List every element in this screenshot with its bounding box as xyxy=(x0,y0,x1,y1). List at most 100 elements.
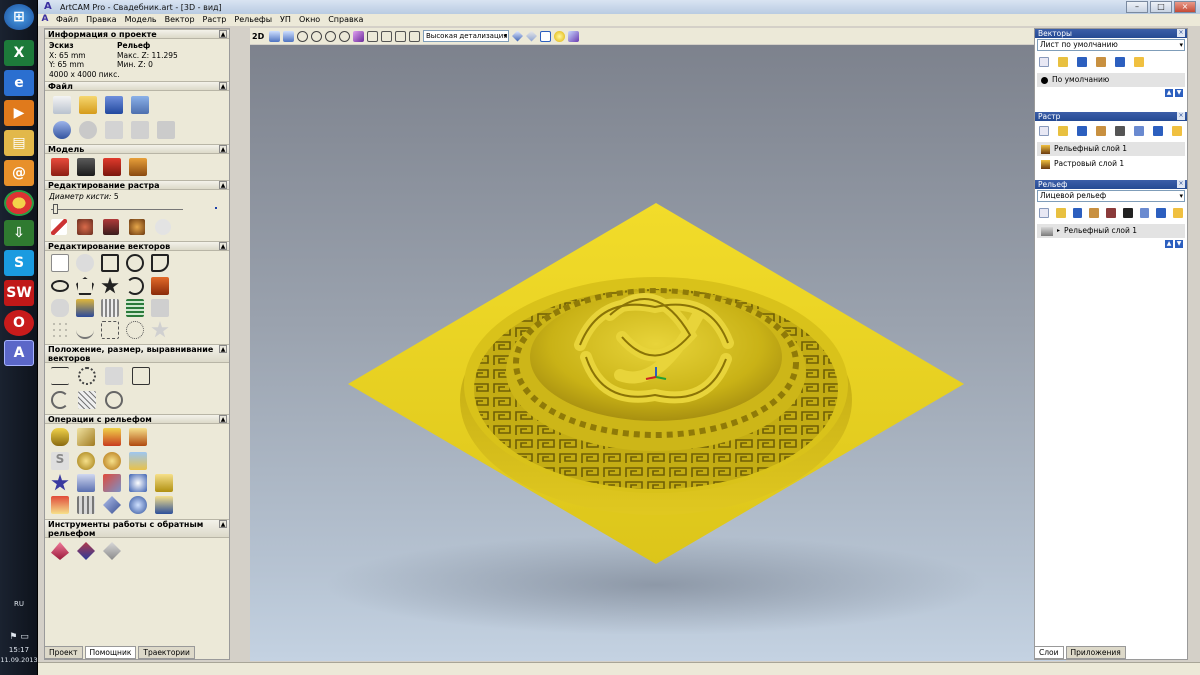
wrap-icon[interactable] xyxy=(78,391,96,409)
skype-icon[interactable]: S xyxy=(4,250,34,276)
relief-bw-icon[interactable] xyxy=(1122,208,1133,218)
move-up-icon[interactable]: ▲ xyxy=(1165,89,1173,97)
view-2d-button[interactable]: 2D xyxy=(252,32,266,41)
zoom-in-icon[interactable] xyxy=(297,30,308,42)
turn-icon[interactable] xyxy=(129,428,147,446)
arc-tool-icon[interactable] xyxy=(126,277,144,295)
menu-help[interactable]: Справка xyxy=(324,14,367,26)
vector-layer-default[interactable]: По умолчанию xyxy=(1037,73,1185,87)
text-tool-icon[interactable] xyxy=(151,277,169,295)
cut-icon[interactable] xyxy=(105,121,123,139)
ellipse-tool-icon[interactable] xyxy=(51,280,69,292)
maximize-button[interactable]: □ xyxy=(1150,1,1172,13)
relief-scale-icon[interactable] xyxy=(77,496,95,514)
menu-raster[interactable]: Растр xyxy=(199,14,231,26)
3d-viewport[interactable] xyxy=(250,45,1066,661)
layer-color-icon[interactable] xyxy=(1041,76,1048,84)
language-indicator[interactable]: RU xyxy=(0,600,38,608)
side-view-icon[interactable] xyxy=(381,30,392,42)
pen-tool-icon[interactable] xyxy=(51,219,67,235)
internet-explorer-icon[interactable]: e xyxy=(4,70,34,96)
zoom-fit-icon[interactable] xyxy=(325,30,336,42)
merge-raster-icon[interactable] xyxy=(1096,126,1106,136)
tab-assistant[interactable]: Помощник xyxy=(84,646,137,659)
model-image-icon[interactable] xyxy=(77,158,95,176)
relief-bake-icon[interactable] xyxy=(155,496,173,514)
paint-bucket-icon[interactable] xyxy=(129,219,145,235)
paste-icon[interactable] xyxy=(157,121,175,139)
axes-toggle-icon[interactable] xyxy=(540,30,551,42)
document-logo-icon[interactable]: A xyxy=(38,14,52,26)
section-raster-edit[interactable]: Редактирование растра ▲ xyxy=(45,180,229,190)
open-file-icon[interactable] xyxy=(79,96,97,114)
iso-view-icon[interactable] xyxy=(353,30,364,42)
front-view-icon[interactable] xyxy=(367,30,378,42)
nesting-icon[interactable] xyxy=(105,367,123,385)
relief-layer-1[interactable]: ▸ Рельефный слой 1 xyxy=(1037,224,1185,238)
section-file[interactable]: Файл ▲ xyxy=(45,81,229,91)
delete-relief-icon[interactable] xyxy=(1156,208,1167,218)
mirror-icon[interactable] xyxy=(51,391,69,409)
save-layer-icon[interactable] xyxy=(1077,57,1087,67)
section-relief-ops[interactable]: Операции с рельефом ▲ xyxy=(45,414,229,424)
relief-clone-icon[interactable] xyxy=(51,496,69,514)
paint-fill-icon[interactable] xyxy=(77,219,93,235)
collapse-icon[interactable]: ▲ xyxy=(219,415,227,423)
trace-bitmap-icon[interactable] xyxy=(76,299,94,317)
light-icon[interactable] xyxy=(554,30,565,42)
media-player-icon[interactable]: ▶ xyxy=(4,100,34,126)
select-arrow-icon[interactable] xyxy=(51,254,69,272)
raster-layer-1[interactable]: Рельефный слой 1 xyxy=(1037,142,1185,156)
material-icon[interactable] xyxy=(568,30,579,42)
zoom-out-icon[interactable] xyxy=(311,30,322,42)
open-layer-icon[interactable] xyxy=(1058,57,1068,67)
tab-project[interactable]: Проект xyxy=(44,646,83,659)
menu-edit[interactable]: Правка xyxy=(82,14,120,26)
open-relief-icon[interactable] xyxy=(1055,208,1066,218)
new-layer-icon[interactable] xyxy=(1039,57,1049,67)
model-size-icon[interactable] xyxy=(51,158,69,176)
collapse-icon[interactable]: ▲ xyxy=(219,145,227,153)
merge-layer-icon[interactable] xyxy=(1096,57,1106,67)
smooth-curve-icon[interactable] xyxy=(76,321,94,339)
light-relief-icon[interactable] xyxy=(1173,208,1183,218)
solidworks-icon[interactable]: SW xyxy=(4,280,34,306)
chrome-icon[interactable] xyxy=(4,190,34,216)
new-raster-icon[interactable] xyxy=(1039,126,1049,136)
vector-grid-icon[interactable] xyxy=(101,299,119,317)
mail-agent-icon[interactable]: @ xyxy=(4,160,34,186)
delete-layer-icon[interactable] xyxy=(1115,57,1125,67)
save-relief-icon[interactable] xyxy=(1072,208,1083,218)
back-view-icon[interactable] xyxy=(409,30,420,42)
move-down-icon[interactable]: ▼ xyxy=(1175,89,1183,97)
relief-offset-icon[interactable] xyxy=(103,496,121,514)
model-bitmap-icon[interactable] xyxy=(129,158,147,176)
eyedropper-icon[interactable] xyxy=(103,219,119,235)
polygon-tool-icon[interactable] xyxy=(76,277,94,295)
close-icon[interactable]: × xyxy=(1177,180,1185,188)
collapse-icon[interactable]: ▲ xyxy=(219,345,227,353)
rotate-icon[interactable] xyxy=(78,367,96,385)
cloud-vector-icon[interactable] xyxy=(51,299,69,317)
relief-flip-icon[interactable] xyxy=(1106,208,1116,218)
brush-diameter-slider[interactable] xyxy=(49,204,225,214)
wireframe-view-icon[interactable] xyxy=(526,30,537,42)
new-relief-icon[interactable] xyxy=(1039,208,1049,218)
rectangle-tool-icon[interactable] xyxy=(101,254,119,272)
block-copy-icon[interactable] xyxy=(132,367,150,385)
section-vector-edit[interactable]: Редактирование векторов ▲ xyxy=(45,241,229,251)
expand-arrow-icon[interactable]: ▸ xyxy=(1057,224,1060,238)
star-tool-icon[interactable] xyxy=(101,277,119,294)
dotted-arc-icon[interactable] xyxy=(126,321,144,339)
collapse-icon[interactable]: ▲ xyxy=(219,242,227,250)
relief-globe-icon[interactable] xyxy=(129,496,147,514)
model-person-icon[interactable] xyxy=(103,158,121,176)
menu-vector[interactable]: Вектор xyxy=(161,14,199,26)
artcam-icon[interactable]: A xyxy=(4,340,34,366)
star-outline-icon[interactable] xyxy=(151,321,169,338)
shaded-view-icon[interactable] xyxy=(512,30,523,42)
merge-relief-icon[interactable] xyxy=(1089,208,1100,218)
top-view-icon[interactable] xyxy=(395,30,406,42)
move-up-icon[interactable]: ▲ xyxy=(1165,240,1173,248)
tray-flag-icon[interactable]: ⚑ ▭ xyxy=(0,632,38,642)
